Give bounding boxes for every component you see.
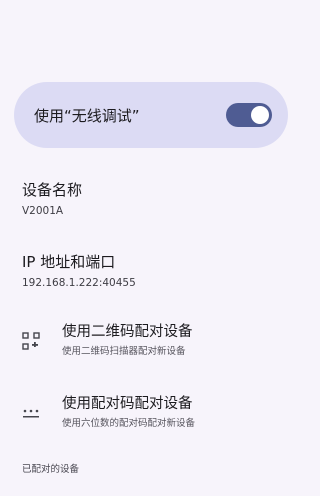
device-name-item[interactable]: 设备名称 V2001A <box>22 180 82 218</box>
wireless-debugging-toggle-row[interactable]: 使用“无线调试” <box>14 82 288 148</box>
pair-qr-text: 使用二维码配对设备 使用二维码扫描器配对新设备 <box>62 322 193 359</box>
paired-devices-header: 已配对的设备 <box>22 464 80 475</box>
pair-code-subtitle: 使用六位数的配对码配对新设备 <box>62 418 196 429</box>
wireless-debugging-label: 使用“无线调试” <box>34 106 140 125</box>
ip-port-title: IP 地址和端口 <box>22 253 116 271</box>
pair-qr-title: 使用二维码配对设备 <box>62 324 193 340</box>
device-name-value: V2001A <box>22 205 64 217</box>
wireless-debugging-switch[interactable] <box>226 103 272 127</box>
wireless-debugging-screen: 使用“无线调试” 设备名称 V2001A IP 地址和端口 192.168.1.… <box>0 0 296 496</box>
pair-qr-subtitle: 使用二维码扫描器配对新设备 <box>62 346 186 357</box>
ip-port-item: IP 地址和端口 192.168.1.222:40455 <box>22 252 136 290</box>
pair-with-qr-code-item[interactable]: 使用二维码配对设备 使用二维码扫描器配对新设备 <box>0 318 296 370</box>
pair-code-text: 使用配对码配对设备 使用六位数的配对码配对新设备 <box>62 394 195 431</box>
switch-thumb <box>251 106 269 124</box>
ip-port-value: 192.168.1.222:40455 <box>22 277 136 289</box>
pair-code-title: 使用配对码配对设备 <box>62 396 193 412</box>
device-name-title: 设备名称 <box>22 181 83 199</box>
dialpad-icon <box>23 409 39 418</box>
qr-code-icon <box>22 332 40 350</box>
pair-with-code-item[interactable]: 使用配对码配对设备 使用六位数的配对码配对新设备 <box>0 390 296 442</box>
